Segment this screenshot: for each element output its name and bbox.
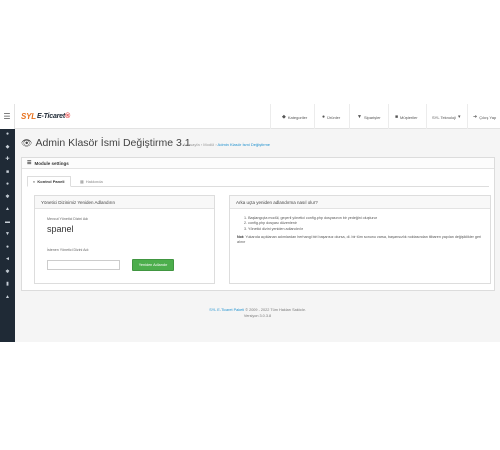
- logo-part-2: E-Ticaret: [36, 113, 65, 120]
- nav-categories-label: Kategoriler: [287, 114, 308, 120]
- person-icon[interactable]: ●: [0, 242, 15, 252]
- current-name-label: Mevcut Yönetici Dizini Adı: [47, 217, 89, 221]
- new-name-input[interactable]: [47, 260, 120, 270]
- caret-down-icon: ▾: [458, 114, 461, 120]
- footer-brand-link[interactable]: SYL E-Ticaret Paketi: [209, 308, 244, 312]
- tab-bar: ◐ Kontrol Paneli ▦ Hakkında: [27, 174, 489, 187]
- logout-link[interactable]: ➜ Çıkış Yap: [473, 112, 496, 122]
- list-item: 3. Yönetici dizini yeniden adlandırılır: [244, 226, 303, 231]
- top-navbar: SYL E-Ticaret ® ◆ Kategoriler ● Ürünler …: [15, 104, 500, 129]
- rename-button[interactable]: Yeniden Adlandır: [132, 259, 174, 271]
- logo[interactable]: SYL E-Ticaret ®: [21, 111, 70, 122]
- new-name-label: İstenen Yönetici Dizini Adı: [47, 248, 89, 252]
- page-title: 👁 Admin Klasör İsmi Değiştirme 3.1: [21, 137, 191, 149]
- gauge-icon: ◐: [33, 179, 36, 184]
- tab-control-panel[interactable]: ◐ Kontrol Paneli: [27, 176, 71, 187]
- dashboard-icon[interactable]: ●: [0, 129, 15, 139]
- logout-label: Çıkış Yap: [479, 114, 497, 120]
- breadcrumb-current[interactable]: Admin Klasör İsmi Değiştirme: [218, 142, 270, 147]
- rename-card: Yönetici Dizinimiz Yeniden Adlandırın Me…: [34, 195, 215, 284]
- steps-list: 1. Başlangıçta modül, geçerli yönetici c…: [244, 216, 377, 232]
- footer: SYL E-Ticaret Paketi © 2009 - 2022 Tüm H…: [15, 307, 500, 319]
- user-menu-label: SYL Teknoloji: [432, 114, 457, 120]
- puzzle-icon[interactable]: ✚: [0, 154, 15, 164]
- user-icon[interactable]: ●: [0, 179, 15, 189]
- note-text: Not: Yukarıda açıklanan adımlardan herha…: [237, 235, 482, 246]
- sidebar: ☰ ● ◆ ✚ ■ ● ✱ ▲ ▬ ▼ ● ◄ ✱ ▮ ▲: [0, 104, 15, 342]
- chart-icon[interactable]: ▮: [0, 279, 15, 289]
- nav-orders-label: Siparişler: [363, 114, 381, 120]
- nav-products[interactable]: ● Ürünler: [322, 112, 340, 122]
- nav-divider: [270, 104, 271, 129]
- page-title-text: Admin Klasör İsmi Değiştirme 3.1: [35, 137, 191, 149]
- info-card-title: Arka uçta yeniden adlandırma nasıl olur?: [230, 196, 490, 209]
- panel-heading-text: Module settings: [34, 160, 69, 166]
- nav-divider: [314, 104, 315, 129]
- globe-icon: ●: [322, 114, 326, 120]
- fire-icon[interactable]: ▲: [0, 204, 15, 214]
- nav-divider: [349, 104, 350, 129]
- breadcrumb: Anasayfa › Modül › Admin Klasör İsmi Değ…: [183, 142, 270, 147]
- module-settings-panel: ☰ Module settings ◐ Kontrol Paneli ▦ Hak…: [21, 157, 495, 291]
- signout-icon: ➜: [473, 114, 478, 120]
- cog-icon[interactable]: ✱: [0, 192, 15, 202]
- tab-about[interactable]: ▦ Hakkında: [75, 176, 108, 187]
- footer-version: Versiyon 3.0.3.8: [243, 314, 272, 318]
- logo-part-3: ®: [65, 113, 70, 120]
- panel-heading: ☰ Module settings: [22, 158, 494, 169]
- list-icon: ☰: [27, 160, 32, 166]
- monitor-icon[interactable]: ▬: [0, 217, 15, 227]
- breadcrumb-home[interactable]: Anasayfa: [183, 142, 200, 147]
- nav-divider: [388, 104, 389, 129]
- logo-part-1: SYL: [21, 112, 36, 121]
- gear-icon[interactable]: ✱: [0, 267, 15, 277]
- user-menu[interactable]: SYL Teknoloji ▾: [432, 112, 463, 122]
- eye-icon: 👁: [21, 137, 33, 148]
- nav-divider: [467, 104, 468, 129]
- tab-control-panel-label: Kontrol Paneli: [37, 179, 65, 184]
- page-header: 👁 Admin Klasör İsmi Değiştirme 3.1 Anasa…: [15, 129, 500, 159]
- share-icon[interactable]: ◄: [0, 254, 15, 264]
- bell-icon[interactable]: ▲: [0, 292, 15, 302]
- nav-orders[interactable]: ▼ Siparişler: [357, 112, 381, 122]
- admin-window: ☰ ● ◆ ✚ ■ ● ✱ ▲ ▬ ▼ ● ◄ ✱ ▮ ▲ SYL E-Ticaret ® ◆ Kateg…: [0, 104, 500, 342]
- grid-icon: ▦: [80, 179, 84, 184]
- tag-icon[interactable]: ◆: [0, 142, 15, 152]
- cart-icon[interactable]: ▼: [0, 229, 15, 239]
- nav-divider: [426, 104, 427, 129]
- tab-about-label: Hakkında: [85, 179, 103, 184]
- breadcrumb-separator: ›: [200, 142, 203, 147]
- basket-icon: ▼: [357, 114, 362, 120]
- footer-copyright: © 2009 - 2022 Tüm Hakları Saklıdır.: [245, 308, 306, 312]
- note-body: Yukarıda açıklanan adımlardan herhangi b…: [237, 235, 482, 245]
- hamburger-icon[interactable]: ☰: [0, 104, 15, 129]
- desktop-icon[interactable]: ■: [0, 167, 15, 177]
- info-card: Arka uçta yeniden adlandırma nasıl olur?…: [229, 195, 491, 284]
- nav-customers-label: Müşteriler: [400, 114, 418, 120]
- users-icon: ■: [395, 114, 399, 120]
- breadcrumb-modules[interactable]: Modül: [203, 142, 214, 147]
- rename-card-title: Yönetici Dizinimiz Yeniden Adlandırın: [35, 196, 214, 209]
- tag-icon: ◆: [282, 114, 286, 120]
- note-label: Not:: [237, 235, 245, 239]
- nav-customers[interactable]: ■ Müşteriler: [395, 112, 418, 122]
- nav-categories[interactable]: ◆ Kategoriler: [282, 112, 307, 122]
- breadcrumb-separator: ›: [215, 142, 217, 147]
- nav-products-label: Ürünler: [327, 114, 341, 120]
- current-name-value: spanel: [47, 224, 74, 234]
